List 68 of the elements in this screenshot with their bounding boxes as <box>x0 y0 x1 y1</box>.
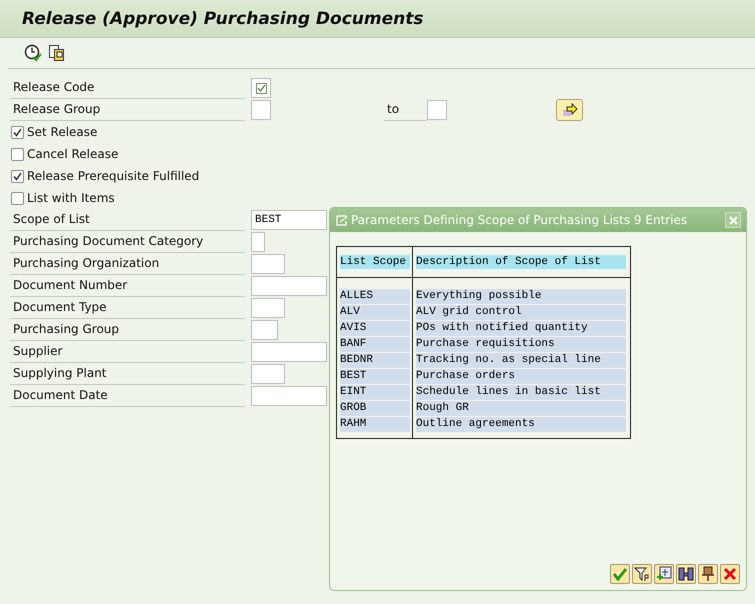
field-label: Supplier <box>10 341 245 363</box>
list-icon <box>336 214 348 226</box>
input-field[interactable] <box>251 364 285 384</box>
input-field[interactable] <box>251 320 278 340</box>
pin-button[interactable] <box>698 564 718 584</box>
table-cell[interactable]: POs with notified quantity <box>416 321 626 336</box>
field-label: Release Code <box>10 77 245 99</box>
field-label: Scope of List <box>10 209 245 231</box>
checkbox[interactable] <box>11 126 24 138</box>
column-header[interactable]: List Scope <box>340 255 410 269</box>
checkbox[interactable] <box>11 170 24 182</box>
checkbox-label: Release Prerequisite Fulfilled <box>27 169 200 183</box>
table-cell[interactable]: Rough GR <box>416 401 626 416</box>
field-label: Release Group <box>10 99 245 121</box>
table-cell[interactable]: RAHM <box>340 417 410 432</box>
field-label: Supplying Plant <box>10 363 245 385</box>
close-icon <box>728 216 738 224</box>
checkbox[interactable] <box>11 192 24 204</box>
checkbox-label: List with Items <box>27 191 115 205</box>
field-label: Document Number <box>10 275 245 297</box>
table-cell[interactable]: Purchase orders <box>416 369 626 384</box>
check-icon <box>256 82 266 94</box>
input-field[interactable] <box>251 342 327 362</box>
clock-check-icon[interactable] <box>24 44 42 62</box>
arrow-icon <box>562 103 578 117</box>
field-label: Purchasing Document Category <box>10 231 245 253</box>
check-icon <box>13 172 22 180</box>
input-field[interactable] <box>251 232 265 252</box>
new-entry-button[interactable] <box>654 564 674 584</box>
table-cell[interactable]: Schedule lines in basic list <box>416 385 626 400</box>
table-cell[interactable]: EINT <box>340 385 410 400</box>
copy-pages-icon[interactable] <box>48 44 66 62</box>
input-field[interactable]: BEST <box>251 210 327 230</box>
filter-button[interactable] <box>632 564 652 584</box>
binoculars-button[interactable] <box>676 564 696 584</box>
checkbox[interactable] <box>251 78 271 98</box>
table-cell[interactable]: ALV grid control <box>416 305 626 320</box>
table-cell[interactable]: ALV <box>340 305 410 320</box>
arrow-button[interactable] <box>556 99 583 121</box>
input-field[interactable] <box>251 386 327 406</box>
table-cell[interactable]: Outline agreements <box>416 417 626 432</box>
input-field[interactable] <box>427 100 447 120</box>
field-label: Purchasing Group <box>10 319 245 341</box>
table-cell[interactable]: ALLES <box>340 289 410 304</box>
input-field[interactable] <box>251 100 271 120</box>
dialog-title: Parameters Defining Scope of Purchasing Lists 9 Entries <box>351 213 688 227</box>
checkbox[interactable] <box>11 148 24 160</box>
table-cell[interactable]: AVIS <box>340 321 410 336</box>
checkbox-label: Set Release <box>27 125 98 139</box>
table-cell[interactable]: Tracking no. as special line <box>416 353 626 368</box>
table-cell[interactable]: BANF <box>340 337 410 352</box>
checkbox-label: Cancel Release <box>27 147 118 161</box>
table-cell[interactable]: Everything possible <box>416 289 626 304</box>
window-title: Release (Approve) Purchasing Documents <box>22 8 424 28</box>
check-icon <box>13 128 22 136</box>
column-header[interactable]: Description of Scope of List <box>416 255 626 269</box>
field-label: Document Date <box>10 385 245 407</box>
table-cell[interactable]: Purchase requisitions <box>416 337 626 352</box>
field-label: Document Type <box>10 297 245 319</box>
input-field[interactable] <box>251 276 327 296</box>
input-field[interactable] <box>251 298 285 318</box>
field-label: Purchasing Organization <box>10 253 245 275</box>
table-cell[interactable]: GROB <box>340 401 410 416</box>
table-cell[interactable]: BEST <box>340 369 410 384</box>
cancel-button[interactable] <box>720 564 740 584</box>
input-field[interactable] <box>251 254 285 274</box>
table-cell[interactable]: BEDNR <box>340 353 410 368</box>
close-button[interactable] <box>725 212 741 228</box>
